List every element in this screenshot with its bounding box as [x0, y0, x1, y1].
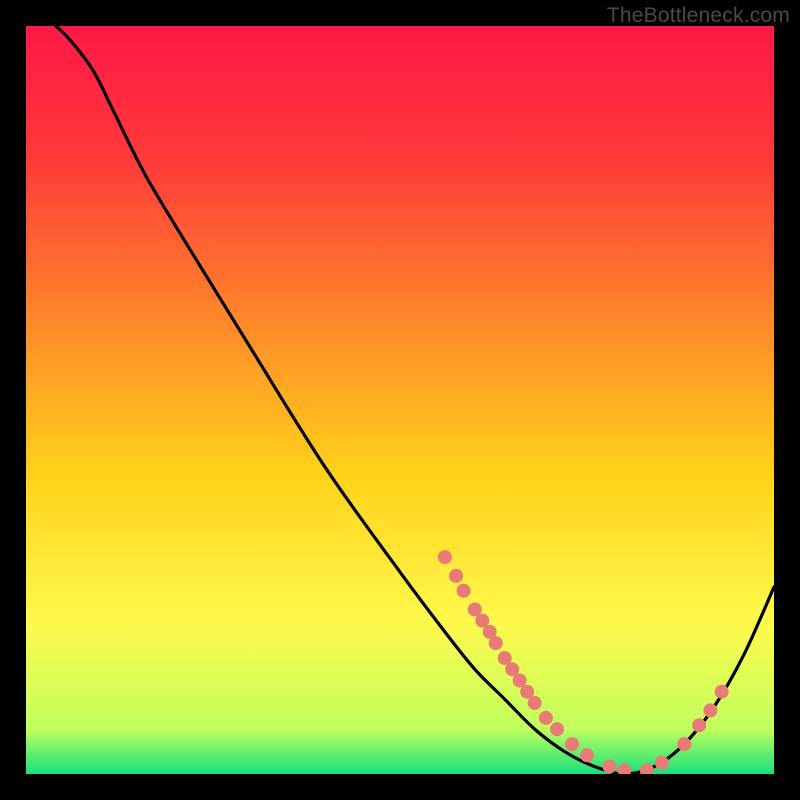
curve-marker	[655, 756, 669, 770]
curve-marker	[715, 685, 729, 699]
curve-marker	[677, 737, 691, 751]
curve-marker	[565, 737, 579, 751]
curve-marker	[528, 696, 542, 710]
curve-marker	[457, 584, 471, 598]
curve-marker	[703, 703, 717, 717]
chart-frame	[26, 26, 774, 774]
curve-marker	[449, 569, 463, 583]
curve-marker	[580, 748, 594, 762]
chart-svg	[26, 26, 774, 774]
curve-marker	[602, 760, 616, 774]
curve-marker	[539, 711, 553, 725]
curve-marker	[692, 718, 706, 732]
curve-marker	[550, 722, 564, 736]
curve-marker	[489, 636, 503, 650]
curve-marker	[438, 550, 452, 564]
watermark-text: TheBottleneck.com	[607, 4, 790, 28]
chart-background	[26, 26, 774, 774]
